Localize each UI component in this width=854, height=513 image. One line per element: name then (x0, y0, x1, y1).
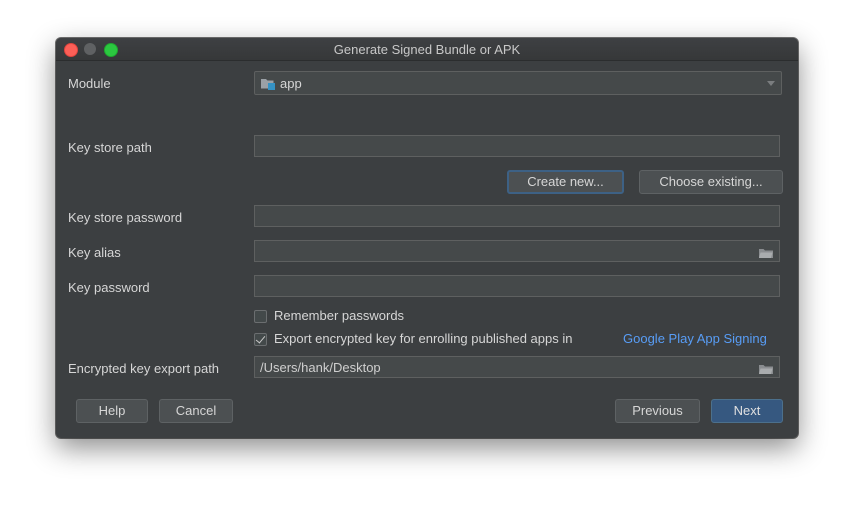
module-value: app (280, 76, 302, 91)
key-store-path-field[interactable] (254, 135, 780, 157)
module-label: Module (68, 76, 111, 91)
next-button[interactable]: Next (711, 399, 783, 423)
module-dropdown[interactable]: app (254, 71, 782, 95)
key-store-path-label: Key store path (68, 140, 152, 155)
encrypted-key-export-path-value: /Users/hank/Desktop (260, 360, 381, 375)
remember-passwords-checkbox[interactable] (254, 310, 267, 323)
title-bar: Generate Signed Bundle or APK (56, 38, 798, 61)
key-alias-field[interactable] (254, 240, 780, 262)
cancel-button[interactable]: Cancel (159, 399, 233, 423)
choose-existing-button[interactable]: Choose existing... (639, 170, 783, 194)
android-module-icon (261, 77, 276, 93)
export-encrypted-key-checkbox[interactable] (254, 333, 267, 346)
key-store-password-field[interactable] (254, 205, 780, 227)
window-title: Generate Signed Bundle or APK (333, 42, 521, 57)
google-play-app-signing-link[interactable]: Google Play App Signing (623, 331, 767, 346)
help-button[interactable]: Help (76, 399, 148, 423)
key-alias-label: Key alias (68, 245, 121, 260)
checkmark-icon (255, 333, 266, 344)
folder-icon[interactable] (759, 246, 773, 258)
encrypted-key-export-path-label: Encrypted key export path (68, 361, 220, 376)
folder-icon[interactable] (759, 362, 773, 374)
key-password-field[interactable] (254, 275, 780, 297)
key-store-password-label: Key store password (68, 210, 183, 225)
previous-button[interactable]: Previous (615, 399, 700, 423)
key-password-label: Key password (68, 280, 150, 295)
remember-passwords-label: Remember passwords (274, 308, 405, 323)
export-encrypted-key-label: Export encrypted key for enrolling publi… (274, 331, 573, 346)
dialog-window: Generate Signed Bundle or APK Module app… (56, 38, 798, 438)
encrypted-key-export-path-field[interactable]: /Users/hank/Desktop (254, 356, 780, 378)
chevron-down-icon (767, 81, 775, 86)
create-new-button[interactable]: Create new... (507, 170, 624, 194)
